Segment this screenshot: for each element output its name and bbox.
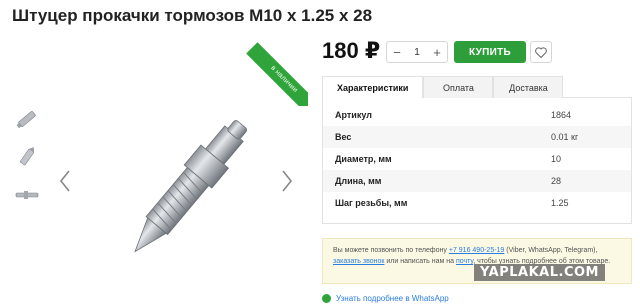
increase-quantity-button[interactable]: + bbox=[427, 42, 447, 62]
thumbnail-3[interactable] bbox=[10, 180, 44, 210]
spec-name: Вес bbox=[335, 132, 352, 142]
spec-value: 1.25 bbox=[551, 198, 569, 208]
info-text: (Viber, WhatsApp, Telegram), bbox=[504, 247, 598, 254]
stock-badge-ribbon: в наличии bbox=[238, 36, 308, 106]
chevron-right-icon bbox=[282, 170, 293, 192]
spec-name: Диаметр, мм bbox=[335, 154, 392, 164]
whatsapp-link-label: Узнать подробнее в WhatsApp bbox=[336, 294, 449, 303]
spec-name: Шаг резьбы, мм bbox=[335, 198, 408, 208]
spec-table: Артикул 1864 Вес 0.01 кг Диаметр, мм 10 … bbox=[322, 98, 632, 224]
request-call-link[interactable]: заказать звонок bbox=[333, 258, 384, 265]
whatsapp-link[interactable]: Узнать подробнее в WhatsApp bbox=[322, 294, 449, 303]
quantity-stepper: − 1 + bbox=[386, 41, 448, 63]
tab-payment[interactable]: Оплата bbox=[423, 76, 494, 98]
spec-value: 28 bbox=[551, 176, 562, 186]
info-text: Вы можете позвонить по телефону bbox=[333, 247, 449, 254]
decrease-quantity-button[interactable]: − bbox=[387, 42, 407, 62]
spec-row: Шаг резьбы, мм 1.25 bbox=[323, 192, 631, 214]
tab-delivery[interactable]: Доставка bbox=[493, 76, 564, 98]
email-link[interactable]: почту bbox=[456, 258, 473, 265]
thumbnail-1[interactable] bbox=[10, 104, 44, 134]
spec-name: Длина, мм bbox=[335, 176, 382, 186]
spec-row: Длина, мм 28 bbox=[323, 170, 631, 192]
prev-image-button[interactable] bbox=[56, 168, 74, 194]
next-image-button[interactable] bbox=[278, 168, 296, 194]
buy-button[interactable]: КУПИТЬ bbox=[454, 41, 526, 63]
info-text: или написать нам на bbox=[384, 258, 456, 265]
product-tabs: Характеристики Оплата Доставка bbox=[322, 76, 632, 98]
favorite-button[interactable] bbox=[530, 41, 552, 63]
thumbnail-2[interactable] bbox=[10, 142, 44, 172]
heart-icon bbox=[535, 46, 547, 58]
thumbnail-list bbox=[10, 104, 46, 218]
tab-characteristics[interactable]: Характеристики bbox=[322, 76, 424, 98]
product-title: Штуцер прокачки тормозов M10 x 1.25 x 28 bbox=[12, 6, 373, 25]
spec-row: Диаметр, мм 10 bbox=[323, 148, 631, 170]
product-price: 180 ₽ bbox=[322, 38, 381, 63]
quantity-input[interactable]: 1 bbox=[407, 47, 427, 58]
spec-row: Артикул 1864 bbox=[323, 104, 631, 126]
in-stock-badge: в наличии bbox=[246, 42, 308, 106]
whatsapp-icon bbox=[322, 294, 331, 303]
spec-name: Артикул bbox=[335, 110, 372, 120]
spec-value: 0.01 кг bbox=[551, 132, 579, 142]
spec-value: 10 bbox=[551, 154, 562, 164]
phone-link[interactable]: +7 916 490-25-19 bbox=[449, 247, 504, 254]
chevron-left-icon bbox=[59, 170, 70, 192]
spec-row: Вес 0.01 кг bbox=[323, 126, 631, 148]
watermark: YAPLAKAL.COM bbox=[474, 264, 605, 281]
spec-value: 1864 bbox=[551, 110, 572, 120]
product-image bbox=[100, 100, 260, 296]
